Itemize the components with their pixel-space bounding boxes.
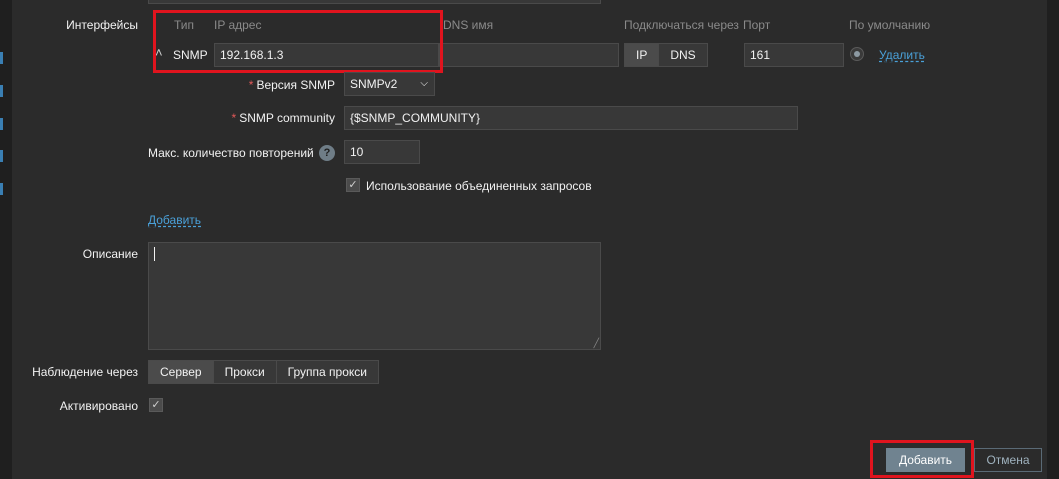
bulk-requests-label: Использование объединенных запросов	[366, 179, 592, 193]
clipped-field[interactable]	[148, 0, 601, 4]
monitored-by-label: Наблюдение через	[32, 365, 138, 379]
chevron-down-icon: ⌵	[420, 78, 428, 89]
header-connect: Подключаться через	[624, 18, 739, 32]
background-page-left	[0, 0, 12, 479]
header-dns: DNS имя	[443, 18, 494, 32]
enabled-checkbox[interactable]: ✓	[149, 398, 163, 412]
max-repetitions-label: Макс. количество повторений	[148, 146, 314, 160]
snmp-community-label: * SNMP community	[231, 111, 335, 125]
connect-dns-option[interactable]: DNS	[659, 44, 706, 66]
default-interface-radio[interactable]	[850, 47, 864, 61]
description-label: Описание	[82, 247, 138, 261]
header-default: По умолчанию	[849, 18, 931, 32]
monitored-by-toggle: Сервер Прокси Группа прокси	[148, 360, 379, 384]
background-row-marker	[0, 52, 3, 64]
background-row-marker	[0, 183, 3, 195]
background-row-marker	[0, 85, 3, 97]
connect-via-toggle: IP DNS	[624, 43, 708, 67]
remove-interface-link[interactable]: Удалить	[879, 48, 925, 62]
enabled-label: Активировано	[59, 399, 138, 413]
port-input[interactable]: 161	[744, 43, 844, 67]
snmp-version-select[interactable]: SNMPv2 ⌵	[344, 72, 435, 96]
snmp-version-label: * Версия SNMP	[248, 78, 335, 92]
monitored-by-server[interactable]: Сервер	[149, 361, 214, 383]
snmp-community-input[interactable]: {$SNMP_COMMUNITY}	[344, 106, 798, 130]
header-port: Порт	[743, 18, 771, 32]
add-interface-link[interactable]: Добавить	[148, 213, 201, 227]
description-textarea[interactable]: ╱	[148, 242, 601, 350]
dns-name-input[interactable]	[439, 43, 619, 67]
host-form-dialog: Интерфейсы Тип IP адрес DNS имя Подключа…	[12, 0, 1047, 479]
connect-ip-option[interactable]: IP	[625, 44, 660, 66]
max-repetitions-input[interactable]: 10	[344, 140, 420, 164]
interfaces-label: Интерфейсы	[66, 18, 138, 32]
background-row-marker	[0, 118, 3, 130]
highlight-box	[153, 10, 443, 73]
snmp-version-value: SNMPv2	[350, 77, 398, 91]
help-icon[interactable]: ?	[319, 145, 335, 161]
resize-grip-icon[interactable]: ╱	[594, 339, 599, 348]
monitored-by-proxy[interactable]: Прокси	[214, 361, 277, 383]
add-button[interactable]: Добавить	[886, 448, 965, 472]
background-row-marker	[0, 150, 3, 162]
text-cursor	[154, 247, 155, 261]
monitored-by-proxy-group[interactable]: Группа прокси	[277, 361, 378, 383]
background-page-right	[1047, 0, 1059, 479]
cancel-button[interactable]: Отмена	[974, 448, 1042, 472]
bulk-requests-checkbox[interactable]: ✓	[346, 178, 360, 192]
